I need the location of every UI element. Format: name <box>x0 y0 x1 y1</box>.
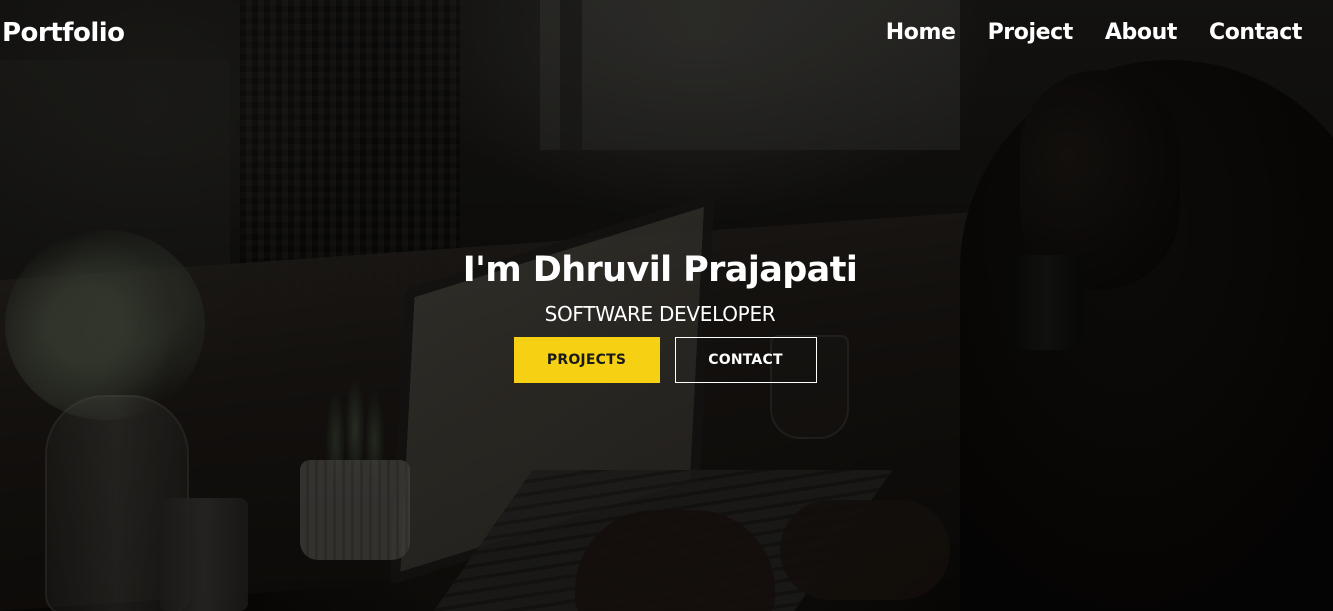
hero-buttons: PROJECTS CONTACT <box>0 337 1320 383</box>
navbar: Portfolio Home Project About Contact <box>0 0 1333 72</box>
nav-link-about[interactable]: About <box>1105 20 1177 45</box>
nav-link-home[interactable]: Home <box>886 20 956 45</box>
nav-item-project: Project <box>988 20 1074 45</box>
hero-section: Portfolio Home Project About Contact I'm… <box>0 0 1333 611</box>
hero-subtitle: SOFTWARE DEVELOPER <box>544 302 776 326</box>
nav-link-contact[interactable]: Contact <box>1209 20 1302 45</box>
nav-links: Home Project About Contact <box>886 20 1303 45</box>
projects-button[interactable]: PROJECTS <box>513 337 660 383</box>
nav-item-about: About <box>1105 20 1177 45</box>
hero-content: I'm Dhruvil Prajapati SOFTWARE DEVELOPER… <box>0 248 1320 383</box>
nav-item-contact: Contact <box>1209 20 1302 45</box>
nav-link-project[interactable]: Project <box>988 20 1074 45</box>
brand-logo[interactable]: Portfolio <box>2 18 125 48</box>
contact-button[interactable]: CONTACT <box>674 337 817 383</box>
nav-item-home: Home <box>886 20 956 45</box>
hero-title: I'm Dhruvil Prajapati <box>462 250 858 290</box>
